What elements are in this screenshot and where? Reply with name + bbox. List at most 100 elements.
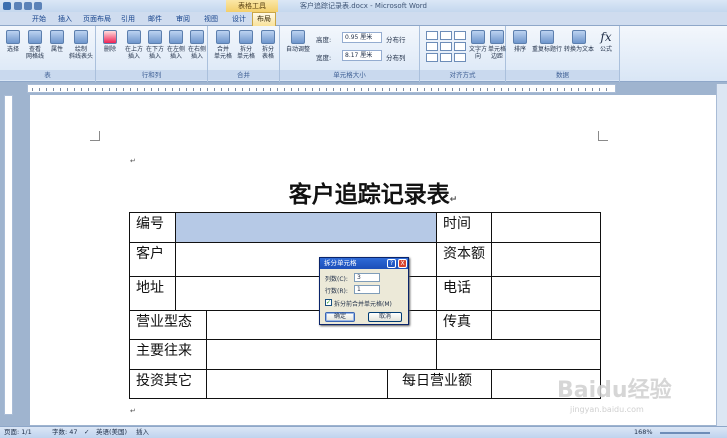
zoom-slider[interactable] [660, 432, 710, 434]
table-cell[interactable]: 传真 [436, 310, 492, 340]
align-bottom-center-icon[interactable] [440, 53, 452, 62]
view-gridlines-button[interactable]: 查看 网格线 [24, 30, 46, 60]
vertical-scrollbar[interactable] [716, 84, 727, 426]
split-cells-dialog[interactable]: 拆分单元格 ? X 列数(C): 3 行数(R): 1 ✓ 拆分前合并单元格(M… [319, 257, 409, 325]
ruler-tick [585, 88, 586, 91]
ruler-tick [571, 88, 572, 91]
rows-input[interactable]: 1 [354, 285, 380, 294]
draw-diagonal-header-button[interactable]: 绘制 斜线表头 [68, 30, 94, 60]
table-cell[interactable]: 电话 [436, 276, 492, 311]
table-cell[interactable] [491, 212, 601, 243]
align-bottom-right-icon[interactable] [454, 53, 466, 62]
cell-margins-button[interactable]: 单元格 边距 [488, 30, 506, 60]
properties-button[interactable]: 属性 [48, 30, 66, 53]
merge-before-split-label: 拆分前合并单元格(M) [334, 301, 392, 308]
table-cell[interactable] [206, 339, 437, 370]
horizontal-ruler[interactable] [27, 84, 616, 93]
align-middle-center-icon[interactable] [440, 42, 452, 51]
select-button[interactable]: 选择 [3, 30, 23, 53]
distribute-columns-button[interactable]: 分布列 [386, 52, 406, 62]
table-cell[interactable]: 地址 [129, 276, 176, 311]
ruler-tick [396, 88, 397, 91]
align-middle-left-icon[interactable] [426, 42, 438, 51]
table-cell[interactable]: 资本额 [436, 242, 492, 277]
proofing-icon[interactable]: ✓ [84, 427, 89, 438]
width-input[interactable]: 8.17 厘米 [342, 50, 382, 61]
repeat-header-rows-button[interactable]: 重复标题行 [531, 30, 563, 53]
ruler-tick [459, 88, 460, 91]
text-direction-button[interactable]: 文字方向 [468, 30, 488, 60]
ruler-tick [389, 88, 390, 91]
help-icon[interactable]: ? [387, 259, 396, 268]
tab-view[interactable]: 视图 [198, 13, 224, 26]
tab-insert[interactable]: 插入 [52, 13, 78, 26]
ruler-tick [606, 88, 607, 91]
ruler-tick [452, 88, 453, 91]
ruler-tick [375, 88, 376, 91]
align-top-left-icon[interactable] [426, 31, 438, 40]
vertical-ruler[interactable] [4, 95, 13, 415]
paragraph-mark: ↵ [130, 407, 136, 415]
close-icon[interactable]: X [398, 259, 407, 268]
align-top-center-icon[interactable] [440, 31, 452, 40]
tab-review[interactable]: 审阅 [170, 13, 196, 26]
table-cell[interactable] [436, 339, 601, 370]
table-cell[interactable] [491, 310, 601, 340]
cancel-button[interactable]: 取消 [368, 312, 402, 322]
insert-above-button[interactable]: 在上方 插入 [124, 30, 144, 60]
convert-to-text-button[interactable]: 转换为文本 [563, 30, 595, 53]
merge-cells-icon [216, 30, 230, 44]
tab-references[interactable]: 引用 [116, 13, 140, 26]
table-cell[interactable] [206, 369, 388, 399]
language-indicator[interactable]: 英语(美国) [96, 427, 127, 438]
table-cell[interactable] [491, 276, 601, 311]
autofit-button[interactable]: 自动调整 [284, 30, 312, 53]
table-cell[interactable]: 每日营业额 [387, 369, 492, 399]
delete-button[interactable]: 删除 [100, 30, 120, 53]
align-middle-right-icon[interactable] [454, 42, 466, 51]
columns-input[interactable]: 3 [354, 273, 380, 282]
merge-cells-button[interactable]: 合并 单元格 [212, 30, 234, 60]
tab-layout[interactable]: 布局 [252, 12, 276, 26]
height-input[interactable]: 0.95 厘米 [342, 32, 382, 43]
merge-before-split-checkbox[interactable]: ✓ [325, 299, 332, 306]
ruler-tick [137, 88, 138, 91]
split-table-button[interactable]: 拆分 表格 [257, 30, 279, 60]
table-cell[interactable]: 营业型态 [129, 310, 207, 340]
table-cell-selected[interactable] [175, 212, 437, 243]
word-count[interactable]: 字数: 47 [52, 427, 78, 438]
table-cell[interactable] [491, 242, 601, 277]
insert-left-button[interactable]: 在左侧 插入 [166, 30, 186, 60]
ok-button[interactable]: 确定 [325, 312, 355, 322]
align-bottom-left-icon[interactable] [426, 53, 438, 62]
ruler-tick [193, 88, 194, 91]
table-cell[interactable]: 编号 [129, 212, 176, 243]
table-cell[interactable]: 时间 [436, 212, 492, 243]
status-bar: 页面: 1/1 字数: 47 ✓ 英语(美国) 插入 168% [0, 426, 727, 438]
table-cell[interactable]: 客户 [129, 242, 176, 277]
document-title[interactable]: 客户追踪记录表↵ [30, 175, 716, 209]
insert-below-button[interactable]: 在下方 插入 [145, 30, 165, 60]
tab-mailings[interactable]: 邮件 [142, 13, 168, 26]
ruler-tick [88, 88, 89, 91]
ruler-tick [536, 88, 537, 91]
ruler-tick [284, 88, 285, 91]
ruler-tick [116, 88, 117, 91]
page-count[interactable]: 页面: 1/1 [4, 427, 32, 438]
ruler-tick [557, 88, 558, 91]
split-cells-button[interactable]: 拆分 单元格 [235, 30, 257, 60]
table-cell[interactable]: 主要往来 [129, 339, 207, 370]
insert-mode-indicator[interactable]: 插入 [136, 427, 149, 438]
insert-right-button[interactable]: 在右侧 插入 [187, 30, 207, 60]
distribute-rows-button[interactable]: 分布行 [386, 34, 406, 44]
table-cell[interactable]: 投资其它 [129, 369, 207, 399]
tab-page-layout[interactable]: 页面布局 [80, 13, 114, 26]
zoom-level[interactable]: 168% [634, 427, 653, 438]
dialog-title-bar[interactable]: 拆分单元格 ? X [320, 258, 408, 269]
ruler-tick [473, 88, 474, 91]
align-top-right-icon[interactable] [454, 31, 466, 40]
tab-design[interactable]: 设计 [228, 13, 250, 26]
formula-button[interactable]: fx 公式 [596, 30, 616, 53]
sort-button[interactable]: 排序 [510, 30, 530, 53]
tab-home[interactable]: 开始 [26, 13, 52, 26]
